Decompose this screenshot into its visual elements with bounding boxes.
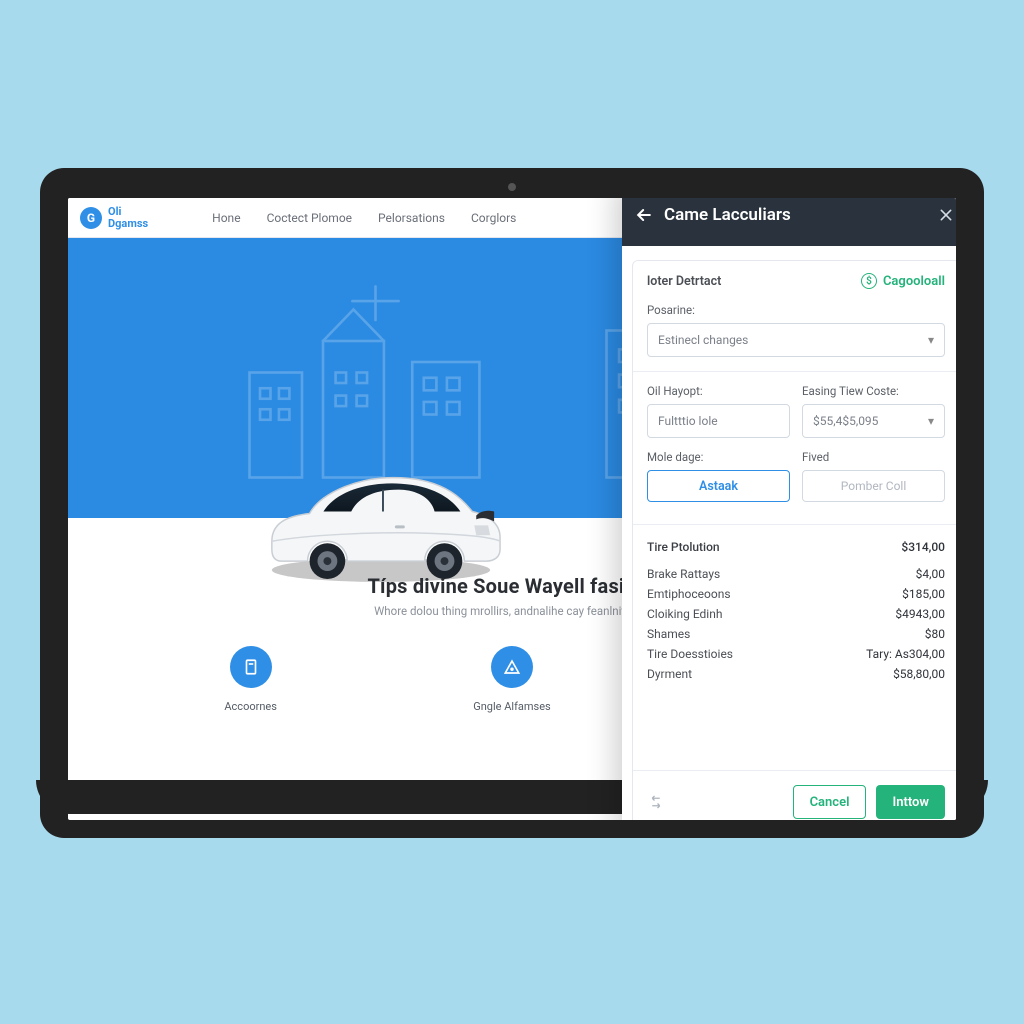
triangle-icon — [491, 646, 533, 688]
line-item: Tire DoesstioiesTary: As304,00 — [647, 644, 945, 664]
footer-hint — [647, 793, 783, 811]
panel-form: loter Detrtact $ Cagooloall Posarine: Es… — [633, 261, 956, 770]
arrow-left-icon — [634, 205, 654, 225]
panel-footer: Cancel Inttow — [633, 770, 956, 820]
cancel-button[interactable]: Cancel — [793, 785, 867, 819]
brand-name: OliDgamss — [108, 206, 148, 229]
select-posarine[interactable]: Estinecl changes ▾ — [647, 323, 945, 357]
line-item: Shames$80 — [647, 624, 945, 644]
field-fived: Fived Pomber Coll — [802, 450, 945, 502]
divider — [633, 524, 956, 525]
nav-contact[interactable]: Coctect Plomoe — [267, 211, 352, 225]
field-label: Mole dage: — [647, 450, 790, 464]
panel-header: Came Lacculiars — [622, 198, 956, 246]
brand[interactable]: G OliDgamss — [80, 206, 160, 229]
line-item: Dyrment$58,80,00 — [647, 664, 945, 684]
select-easing-cost[interactable]: $55,4$5,095 ▾ — [802, 404, 945, 438]
screen: G OliDgamss Hone Coctect Plomoe Pelorsat… — [68, 198, 956, 820]
dollar-circle-icon: $ — [861, 273, 877, 289]
chevron-down-icon: ▾ — [928, 414, 934, 428]
panel-card: loter Detrtact $ Cagooloall Posarine: Es… — [632, 260, 956, 820]
close-icon — [938, 207, 954, 223]
submit-button[interactable]: Inttow — [876, 785, 945, 819]
line-items: Tire Ptolution$314,00 Brake Rattays$4,00… — [647, 537, 945, 684]
brand-logo-icon: G — [80, 207, 102, 229]
field-label: Fived — [802, 450, 945, 464]
chevron-down-icon: ▾ — [928, 333, 934, 347]
document-icon — [230, 646, 272, 688]
tile-2[interactable]: Gngle Alfamses — [452, 646, 572, 713]
tile-label: Accoornes — [224, 700, 277, 713]
field-oil-hayopt: Oil Hayopt: Fultttio lole — [647, 384, 790, 438]
nav-categories[interactable]: Corglors — [471, 211, 516, 225]
field-label: Oil Hayopt: — [647, 384, 790, 398]
field-mole-dage: Mole dage: Astaak — [647, 450, 790, 502]
divider — [633, 371, 956, 372]
field-posarine: Posarine: Estinecl changes ▾ — [647, 303, 945, 357]
line-item: Tire Ptolution$314,00 — [647, 537, 945, 564]
nav-solutions[interactable]: Pelorsations — [378, 211, 445, 225]
side-panel: Came Lacculiars loter Detrtact $ Cagoolo… — [622, 198, 956, 820]
field-label: Posarine: — [647, 303, 945, 317]
field-label: Easing Tiew Coste: — [802, 384, 945, 398]
tile-1[interactable]: Accoornes — [191, 646, 311, 713]
field-easing-cost: Easing Tiew Coste: $55,4$5,095 ▾ — [802, 384, 945, 438]
close-button[interactable] — [938, 207, 954, 223]
section-title: loter Detrtact — [647, 274, 721, 289]
top-nav: Hone Coctect Plomoe Pelorsations Corglor… — [212, 211, 516, 225]
astaak-button[interactable]: Astaak — [647, 470, 790, 502]
input-oil-hayopt[interactable]: Fultttio lole — [647, 404, 790, 438]
panel-title: Came Lacculiars — [664, 205, 928, 225]
line-item: Emtiphoceoons$185,00 — [647, 584, 945, 604]
laptop-frame: G OliDgamss Hone Coctect Plomoe Pelorsat… — [40, 168, 984, 838]
tile-label: Gngle Alfamses — [473, 700, 550, 713]
back-button[interactable] — [634, 205, 654, 225]
line-item: Brake Rattays$4,00 — [647, 564, 945, 584]
input-fived[interactable]: Pomber Coll — [802, 470, 945, 502]
line-item: Cloiking Edinh$4943,00 — [647, 604, 945, 624]
swap-icon — [647, 793, 665, 811]
secondary-action[interactable]: $ Cagooloall — [861, 273, 945, 289]
nav-home[interactable]: Hone — [212, 211, 240, 225]
